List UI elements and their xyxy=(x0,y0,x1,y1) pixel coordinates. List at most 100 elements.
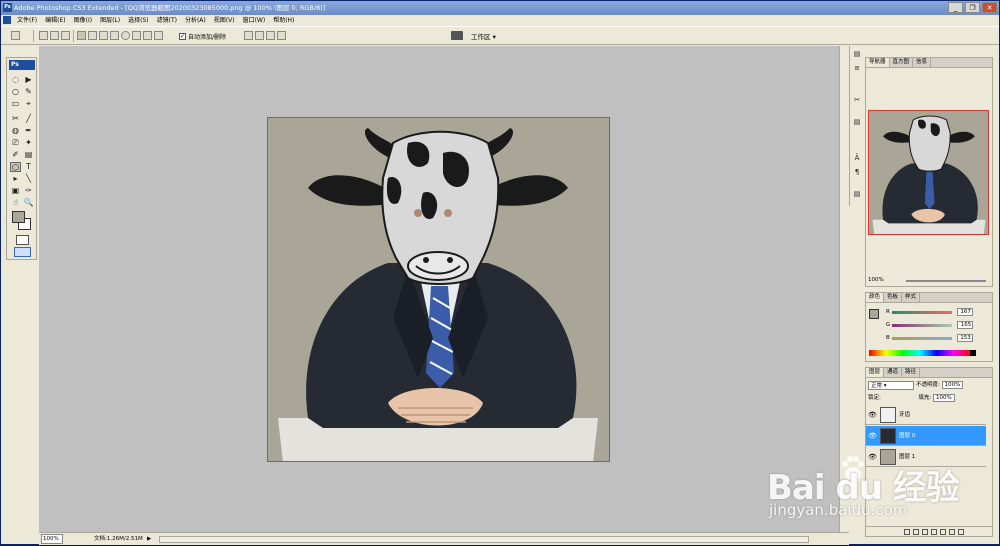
fill-value-field[interactable]: 100% xyxy=(932,394,955,402)
move-tool-icon[interactable]: ▶ xyxy=(23,75,34,85)
color-foreground-swatch[interactable] xyxy=(869,309,879,319)
workspace-dropdown[interactable]: 工作区 ▾ xyxy=(471,31,496,41)
crop-tool-icon[interactable]: ▭ xyxy=(10,99,21,109)
vertical-scrollbar[interactable] xyxy=(839,46,849,532)
path-subtract-icon[interactable] xyxy=(255,31,264,40)
hand-tool-icon[interactable]: ☝ xyxy=(10,198,21,208)
notes-tool-icon[interactable]: ▣ xyxy=(10,186,21,196)
tab-styles[interactable]: 样式 xyxy=(902,293,921,302)
path-intersect-icon[interactable] xyxy=(266,31,275,40)
dock-layer-comps-icon[interactable]: ▤ xyxy=(852,190,862,199)
rectangle-icon[interactable] xyxy=(99,31,108,40)
polygon-icon[interactable] xyxy=(132,31,141,40)
dock-paragraph-icon[interactable]: ¶ xyxy=(852,168,862,177)
path-exclude-icon[interactable] xyxy=(277,31,286,40)
type-tool-icon[interactable]: T xyxy=(23,162,34,172)
zoom-tool-icon[interactable]: 🔍 xyxy=(23,198,34,208)
gradient-tool-icon[interactable]: ✦ xyxy=(23,138,34,148)
document-menu-icon[interactable] xyxy=(3,16,11,24)
tab-info[interactable]: 信息 xyxy=(913,58,932,67)
dock-actions-icon[interactable]: ▤ xyxy=(852,118,862,127)
history-brush-tool-icon[interactable]: ✒ xyxy=(23,126,34,136)
dock-clone-source-icon[interactable]: ✂ xyxy=(852,96,862,105)
status-menu-arrow-icon[interactable]: ▶ xyxy=(147,533,151,545)
layer-row-selected[interactable]: 👁 图层 0 xyxy=(866,426,986,446)
zoom-level-field[interactable]: 100% xyxy=(41,534,63,544)
document-canvas[interactable] xyxy=(267,117,610,462)
navigator-zoom-value[interactable]: 100% xyxy=(868,277,884,283)
tab-swatches[interactable]: 色板 xyxy=(884,293,903,302)
path-selection-tool-icon[interactable]: ▸ xyxy=(10,174,21,184)
dock-brushes-icon[interactable]: ▤ xyxy=(852,50,862,59)
menu-layer[interactable]: 图层(L) xyxy=(96,15,124,26)
blue-value-field[interactable]: 153 xyxy=(956,334,973,342)
quick-mask-icon[interactable] xyxy=(16,235,29,245)
line-shape-tool-icon[interactable]: ╲ xyxy=(23,174,34,184)
screen-mode-icon[interactable] xyxy=(14,247,31,257)
visibility-eye-icon[interactable]: 👁 xyxy=(868,432,877,440)
spectrum-black-swatch[interactable] xyxy=(970,350,976,356)
custom-shape-icon[interactable] xyxy=(154,31,163,40)
tab-histogram[interactable]: 直方图 xyxy=(890,58,914,67)
new-layer-icon[interactable] xyxy=(949,528,955,535)
dock-character-icon[interactable]: Â xyxy=(852,154,862,163)
blur-tool-icon[interactable]: ✐ xyxy=(10,150,21,160)
eraser-tool-icon[interactable]: ⎚ xyxy=(10,138,21,148)
camera-icon[interactable] xyxy=(451,31,463,40)
layer-row[interactable]: 👁 图层 1 xyxy=(866,447,986,467)
green-slider[interactable] xyxy=(892,323,953,327)
freeform-pen-icon[interactable] xyxy=(88,31,97,40)
slice-tool-icon[interactable]: ⌖ xyxy=(23,99,34,109)
menu-image[interactable]: 图像(I) xyxy=(70,15,96,26)
adjustment-layer-icon[interactable] xyxy=(931,528,937,535)
auto-add-delete-checkbox[interactable]: ✓ xyxy=(179,33,186,40)
red-slider[interactable] xyxy=(891,310,952,314)
blend-mode-dropdown[interactable]: 正常 ▾ xyxy=(868,381,914,390)
layer-row[interactable]: 👁 牙齿 xyxy=(866,405,986,425)
auto-add-delete-option[interactable]: ✓ 自动添加/删除 xyxy=(179,32,226,41)
healing-brush-tool-icon[interactable]: ✂ xyxy=(10,114,21,124)
layer-mask-icon[interactable] xyxy=(922,528,928,535)
minimize-button[interactable]: _ xyxy=(948,2,963,13)
rounded-rectangle-icon[interactable] xyxy=(110,31,119,40)
menu-help[interactable]: 帮助(H) xyxy=(269,15,298,26)
paths-icon[interactable] xyxy=(50,31,59,40)
blue-slider[interactable] xyxy=(891,336,952,340)
navigator-zoom-slider[interactable] xyxy=(906,280,986,282)
pen-tool-icon[interactable]: ⬡ xyxy=(10,162,21,172)
restore-button[interactable]: ❐ xyxy=(965,2,980,13)
pen-icon[interactable] xyxy=(77,31,86,40)
canvas-area[interactable] xyxy=(39,46,849,532)
line-icon[interactable] xyxy=(143,31,152,40)
visibility-eye-icon[interactable]: 👁 xyxy=(868,453,877,461)
clone-stamp-tool-icon[interactable]: ◍ xyxy=(10,126,21,136)
menu-view[interactable]: 视图(V) xyxy=(210,15,239,26)
close-button[interactable]: ✕ xyxy=(982,2,997,13)
horizontal-scrollbar[interactable] xyxy=(159,536,809,543)
brush-tool-icon[interactable]: ╱ xyxy=(23,114,34,124)
navigator-preview[interactable] xyxy=(868,110,989,235)
visibility-eye-icon[interactable]: 👁 xyxy=(868,411,877,419)
pen-tool-preset-icon[interactable] xyxy=(11,31,20,40)
new-group-icon[interactable] xyxy=(940,528,946,535)
tab-paths[interactable]: 路径 xyxy=(902,368,921,377)
lasso-tool-icon[interactable]: ○ xyxy=(10,87,21,97)
layer-style-icon[interactable] xyxy=(913,528,919,535)
fill-pixels-icon[interactable] xyxy=(61,31,70,40)
green-value-field[interactable]: 165 xyxy=(957,321,974,329)
magic-wand-tool-icon[interactable]: ✎ xyxy=(23,87,34,97)
link-layers-icon[interactable] xyxy=(904,528,910,535)
tab-channels[interactable]: 通道 xyxy=(884,368,903,377)
foreground-color-swatch[interactable] xyxy=(12,211,25,223)
color-spectrum-bar[interactable] xyxy=(869,350,970,356)
delete-layer-icon[interactable] xyxy=(958,528,964,535)
tab-color[interactable]: 颜色 xyxy=(866,293,885,302)
dock-tool-presets-icon[interactable]: ≡ xyxy=(852,64,862,73)
tab-navigator[interactable]: 导航器 xyxy=(866,58,890,67)
tab-layers[interactable]: 图层 xyxy=(866,368,885,377)
path-add-icon[interactable] xyxy=(244,31,253,40)
menu-analysis[interactable]: 分析(A) xyxy=(181,15,210,26)
menu-edit[interactable]: 编辑(E) xyxy=(41,15,69,26)
menu-filter[interactable]: 滤镜(T) xyxy=(153,15,181,26)
marquee-tool-icon[interactable]: ◌ xyxy=(10,75,21,85)
